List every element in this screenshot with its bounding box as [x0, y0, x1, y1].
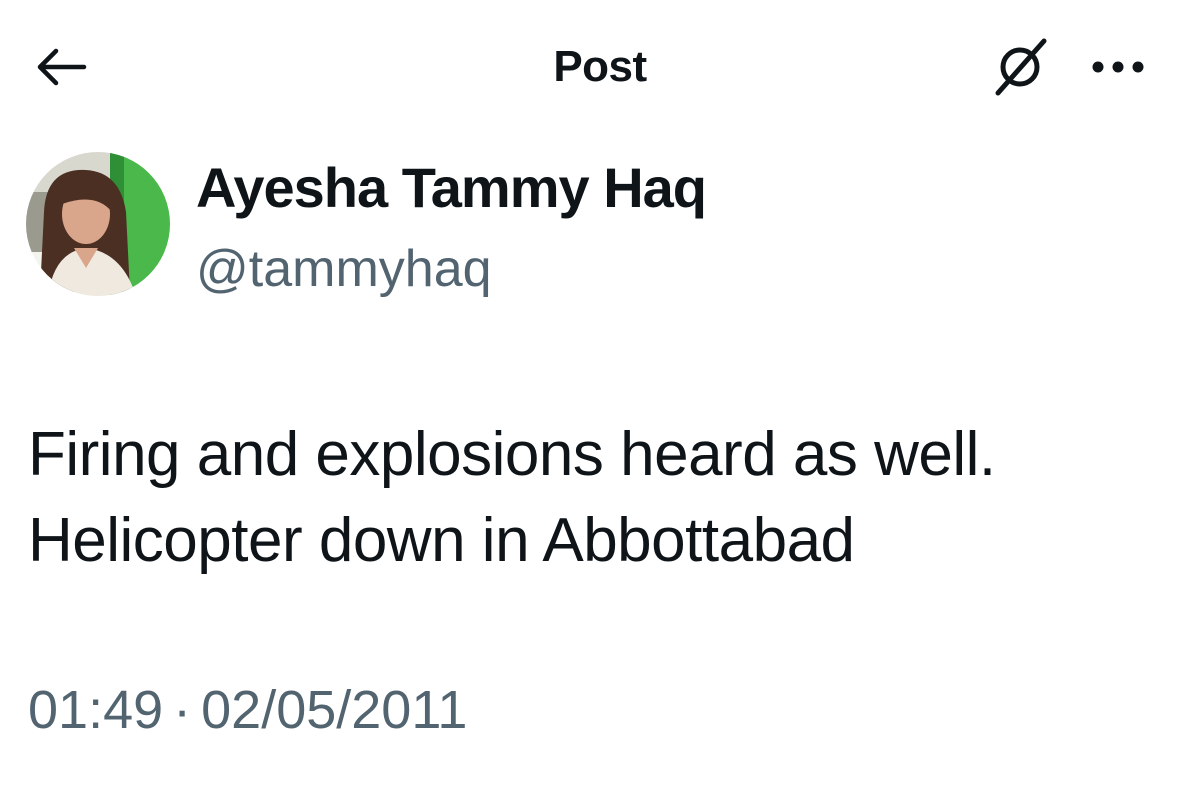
- grok-button[interactable]: [984, 32, 1056, 102]
- author-handle[interactable]: @tammyhaq: [196, 238, 492, 300]
- timestamp-separator: ·: [173, 680, 192, 740]
- more-options-button[interactable]: [1078, 40, 1158, 94]
- post-time: 01:49: [28, 680, 164, 740]
- post-text-line: Firing and explosions heard as well.: [28, 420, 996, 489]
- post-text-line: Helicopter down in Abbottabad: [28, 506, 855, 575]
- more-horizontal-icon: [1092, 61, 1144, 73]
- post-date: 02/05/2011: [201, 680, 468, 740]
- avatar[interactable]: [26, 152, 170, 296]
- author-display-name[interactable]: Ayesha Tammy Haq: [196, 154, 707, 222]
- grok-icon: [995, 38, 1047, 96]
- post-text: Firing and explosions heard as well. Hel…: [28, 412, 1178, 584]
- post-author: Ayesha Tammy Haq @tammyhaq: [26, 148, 1126, 298]
- post-timestamp[interactable]: 01:49 · 02/05/2011: [28, 676, 467, 744]
- avatar-photo: [26, 152, 170, 296]
- top-app-bar: Post: [0, 0, 1200, 130]
